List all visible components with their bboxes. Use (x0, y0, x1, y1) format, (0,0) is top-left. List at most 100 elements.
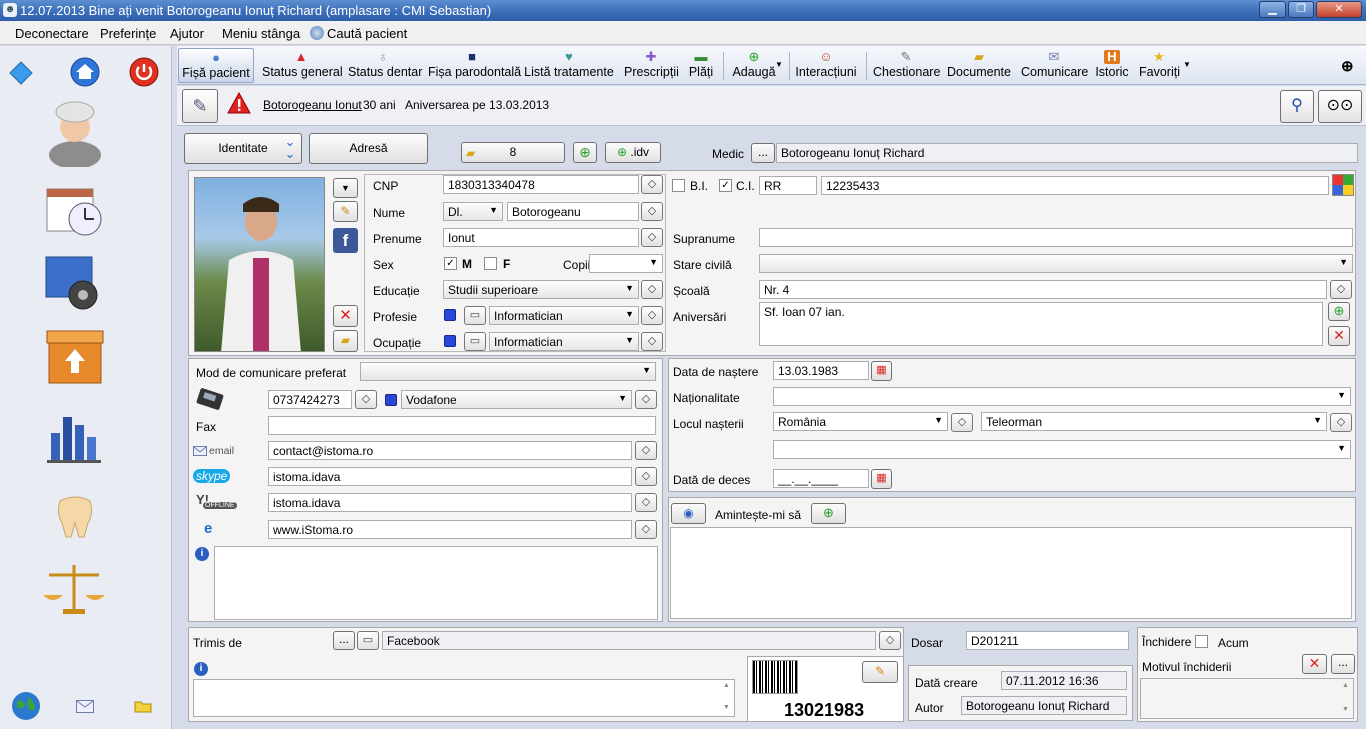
scroll-up-icon[interactable]: ▲ (723, 682, 730, 689)
calendar-clock-icon[interactable] (42, 182, 106, 240)
tab-prescriptii[interactable]: ✚ Prescripții (622, 48, 680, 83)
erase-skype-button[interactable]: ◇ (635, 467, 657, 486)
tab-interactiuni[interactable]: ☺ Interacțiuni (793, 48, 859, 83)
erase-email-button[interactable]: ◇ (635, 441, 657, 460)
favoriti-dropdown-icon[interactable]: ▼ (1183, 60, 1191, 69)
open-photo-button[interactable]: ▰ (333, 330, 358, 352)
home-icon[interactable] (69, 56, 101, 88)
idv-button[interactable]: ⊕ .idv (605, 142, 661, 163)
children-select[interactable]: ▼ (589, 254, 663, 273)
tab-adauga[interactable]: ⊕ Adaugă (726, 48, 782, 83)
referred-notes-textarea[interactable] (193, 679, 735, 717)
edit-photo-button[interactable]: ✎ (333, 201, 358, 222)
ci-number-input[interactable]: 12235433 (821, 176, 1329, 195)
contact-notes-textarea[interactable] (214, 546, 658, 620)
tooth-icon[interactable] (52, 492, 98, 540)
add-anniversary-button[interactable]: ⊕ (1328, 302, 1350, 321)
first-name-input[interactable]: Ionut (443, 228, 639, 247)
county-select[interactable]: Teleorman ▼ (981, 412, 1327, 431)
erase-website-button[interactable]: ◇ (635, 520, 657, 539)
tab-fisa-pacient[interactable]: ● Fișă pacient (178, 48, 254, 83)
bi-checkbox[interactable] (672, 179, 685, 192)
menu-ajutor[interactable]: Ajutor (170, 26, 204, 41)
patient-name-link[interactable]: Botorogeanu Ionut (263, 98, 362, 112)
ci-checkbox[interactable]: ✓ (719, 179, 732, 192)
city-select[interactable]: ▼ (773, 440, 1351, 459)
death-calendar-button[interactable]: ▦ (871, 469, 892, 489)
skype-input[interactable]: istoma.idava (268, 467, 632, 486)
edit-note-button[interactable]: ✎ (182, 89, 218, 123)
tab-istoric[interactable]: H Istoric (1093, 48, 1131, 83)
occupation-comment-button[interactable]: ▭ (464, 332, 486, 351)
statistics-chart-icon[interactable] (42, 402, 106, 468)
tab-lista-tratamente[interactable]: ♥ Listă tratamente (522, 48, 616, 83)
reminder-textarea[interactable] (670, 527, 1352, 619)
dob-calendar-button[interactable]: ▦ (871, 361, 892, 381)
erase-phone-button[interactable]: ◇ (355, 390, 377, 409)
folder-icon[interactable] (132, 698, 154, 714)
diamond-icon[interactable] (8, 60, 34, 86)
erase-yahoo-button[interactable]: ◇ (635, 493, 657, 512)
pref-comm-select[interactable]: ▼ (360, 362, 656, 381)
nickname-input[interactable] (759, 228, 1353, 247)
menu-cauta-pacient[interactable]: Caută pacient (327, 26, 407, 41)
erase-country-button[interactable]: ◇ (951, 413, 973, 432)
delete-photo-button[interactable]: ✕ (333, 305, 358, 327)
minimize-button[interactable]: ▁ (1259, 1, 1286, 18)
erase-operator-button[interactable]: ◇ (635, 390, 657, 409)
edit-barcode-button[interactable]: ✎ (862, 661, 898, 683)
tab-plati[interactable]: ▬ Plăți (684, 48, 718, 83)
facebook-icon[interactable]: f (333, 228, 358, 253)
add-file-button[interactable]: ⊕ (573, 142, 597, 163)
globe-icon[interactable] (10, 690, 42, 722)
sex-m-checkbox[interactable]: ✓ (444, 257, 457, 270)
erase-name-button[interactable]: ◇ (641, 202, 663, 221)
archive-box-icon[interactable] (44, 326, 106, 390)
maximize-button[interactable]: ❐ (1288, 1, 1314, 18)
scroll-down-icon[interactable]: ▼ (723, 704, 730, 711)
binoculars-button[interactable]: ⊙⊙ (1318, 90, 1362, 123)
tab-favoriti[interactable]: ★ Favoriți (1137, 48, 1181, 83)
dossier-input[interactable]: D201211 (966, 631, 1129, 650)
sex-f-checkbox[interactable] (484, 257, 497, 270)
tab-status-general[interactable]: ▲ Status general (260, 48, 343, 83)
referred-select-button[interactable]: ... (333, 631, 355, 650)
profession-comment-button[interactable]: ▭ (464, 306, 486, 325)
tab-adresa[interactable]: Adresă (309, 133, 428, 164)
death-date-input[interactable]: __.__.____ (773, 469, 869, 488)
occupation-select[interactable]: Informatician ▼ (489, 332, 639, 351)
files-button[interactable]: ▰ 8 (461, 142, 565, 163)
tab-chestionare[interactable]: ✎ Chestionare (871, 48, 941, 83)
school-input[interactable]: Nr. 4 (759, 280, 1327, 299)
close-reason-select-button[interactable]: ... (1331, 654, 1355, 674)
mail-icon[interactable] (74, 698, 96, 714)
tab-identitate[interactable]: Identitate ⌄ ⌄ (184, 133, 302, 164)
operator-select[interactable]: Vodafone ▼ (401, 390, 632, 409)
fax-input[interactable] (268, 416, 656, 435)
erase-occupation-button[interactable]: ◇ (641, 332, 663, 351)
scroll-down-icon[interactable]: ▼ (1342, 706, 1349, 713)
google-icon[interactable] (1332, 174, 1354, 196)
title-select[interactable]: Dl. ▼ (443, 202, 503, 221)
website-input[interactable]: www.iStoma.ro (268, 520, 632, 539)
civil-status-select[interactable]: ▼ (759, 254, 1353, 273)
map-pin-button[interactable]: ⚲ (1280, 90, 1314, 123)
erase-education-button[interactable]: ◇ (641, 280, 663, 299)
delete-anniversary-button[interactable]: ✕ (1328, 326, 1350, 346)
menu-preferinte[interactable]: Preferințe (100, 26, 156, 41)
phone-input[interactable]: 0737424273 (268, 390, 352, 409)
zoom-icon[interactable]: ⊕ (1341, 57, 1354, 75)
doctor-icon[interactable] (44, 96, 106, 168)
yahoo-input[interactable]: istoma.idava (268, 493, 632, 512)
anniversaries-textarea[interactable]: Sf. Ioan 07 ian. (759, 302, 1323, 346)
erase-school-button[interactable]: ◇ (1330, 280, 1352, 299)
erase-cnp-button[interactable]: ◇ (641, 175, 663, 194)
settings-blueprint-icon[interactable] (42, 252, 106, 314)
close-window-button[interactable]: ✕ (1316, 1, 1362, 18)
menu-deconectare[interactable]: Deconectare (15, 26, 89, 41)
education-select[interactable]: Studii superioare ▼ (443, 280, 639, 299)
country-select[interactable]: România ▼ (773, 412, 948, 431)
close-checkbox[interactable] (1195, 635, 1208, 648)
cnp-input[interactable]: 1830313340478 (443, 175, 639, 194)
last-name-input[interactable]: Botorogeanu (507, 202, 639, 221)
